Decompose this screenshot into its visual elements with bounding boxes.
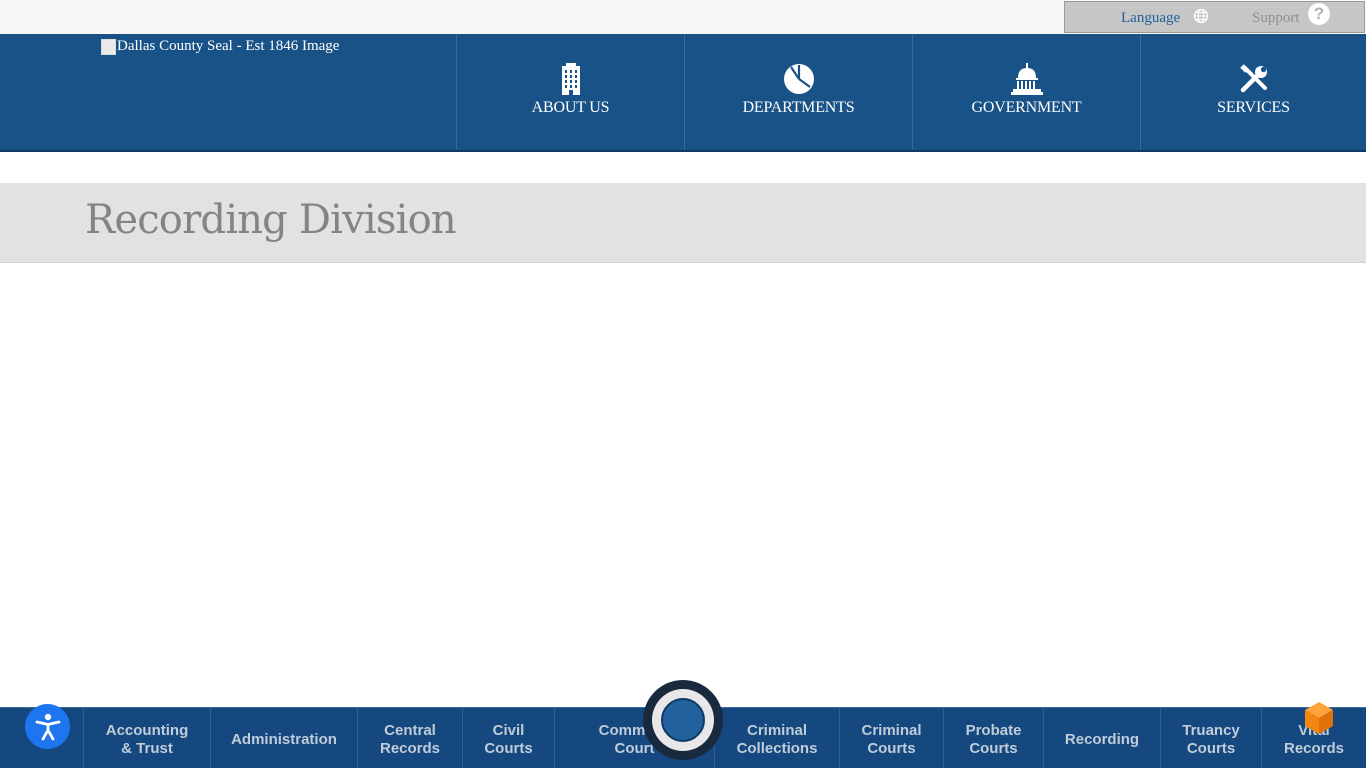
county-seal-logo[interactable]: Dallas County Seal - Est 1846 Image [101,38,339,55]
accessibility-button[interactable] [25,704,70,749]
bottom-nav-item[interactable]: Civil Courts [463,708,555,768]
logo-alt-text: Dallas County Seal - Est 1846 Image [117,38,340,54]
launcher-core [661,698,705,742]
page-title-bar: Recording Division [0,183,1366,263]
nav-label: SERVICES [1217,99,1290,116]
bottom-nav-item[interactable]: Administration [211,708,358,768]
capitol-icon [1010,62,1044,96]
building-icon [559,62,583,96]
nav-departments[interactable]: DEPARTMENTS [684,34,912,150]
accessibility-icon [35,713,60,740]
language-link[interactable]: Language [1121,10,1180,27]
site-header: Dallas County Seal - Est 1846 Image ABOU… [0,34,1366,152]
bottom-nav-item[interactable]: Recording [1044,708,1161,768]
tools-icon [1239,62,1269,96]
nav-label: DEPARTMENTS [742,99,855,116]
broken-image-icon [101,38,116,55]
nav-label: GOVERNMENT [971,99,1082,116]
globe-icon[interactable] [1193,8,1209,24]
launcher-ring [652,689,714,751]
bottom-nav-item[interactable]: Truancy Courts [1161,708,1262,768]
nav-government[interactable]: GOVERNMENT [912,34,1140,150]
bottom-nav-item[interactable]: Probate Courts [944,708,1044,768]
utility-bar: Language Support ? [0,0,1366,34]
cube-widget-icon[interactable] [1304,701,1334,735]
nav-about-us[interactable]: ABOUT US [456,34,684,150]
bottom-nav-item[interactable]: Criminal Collections [715,708,840,768]
nav-services[interactable]: SERVICES [1140,34,1366,150]
bottom-nav-item[interactable]: Criminal Courts [840,708,944,768]
page-title: Recording Division [85,197,457,243]
bottom-nav-item[interactable]: Accounting & Trust [84,708,211,768]
pie-chart-icon [783,62,815,96]
help-icon[interactable]: ? [1308,3,1330,25]
nav-label: ABOUT US [531,99,610,116]
utility-links-box: Language Support ? [1064,1,1365,33]
support-link[interactable]: Support [1252,10,1300,27]
bottom-nav-item[interactable]: Central Records [358,708,463,768]
chat-launcher-button[interactable] [643,680,723,760]
